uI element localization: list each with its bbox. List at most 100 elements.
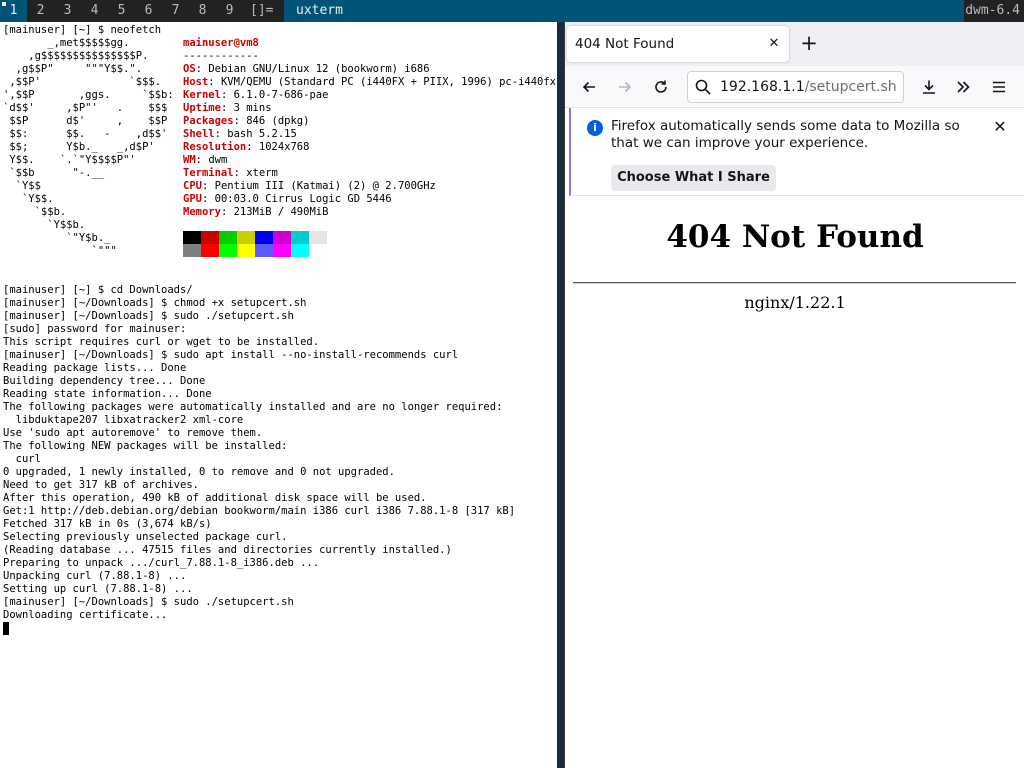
neofetch-info-line: CPU: Pentium III (Katmai) (2) @ 2.700GHz [183,180,436,192]
tag-3[interactable]: 3 [54,0,81,22]
back-button[interactable] [575,73,603,101]
terminal-line: curl [3,453,41,465]
terminal-line: [mainuser] [~] $ neofetch [3,24,162,36]
terminal-line: Need to get 317 kB of archives. [3,479,199,491]
tag-8[interactable]: 8 [189,0,216,22]
neofetch-info-line: Uptime: 3 mins [183,102,272,114]
downloads-button[interactable] [915,73,943,101]
neofetch-info-value: KVM/QEMU (Standard PC (i440FX + PIIX, 19… [220,76,559,88]
neofetch-info-value: 213MiB / 490MiB [233,206,329,218]
terminal-line: 0 upgraded, 1 newly installed, 0 to remo… [3,466,395,478]
terminal-window[interactable]: [mainuser] [~] $ neofetch _,met$$$$$gg. … [0,22,559,768]
terminal-line: Selecting previously unselected package … [3,531,288,543]
url-bar[interactable]: 192.168.1.1/setupcert.sh [687,71,904,103]
neofetch-info-value: 6.1.0-7-686-pae [233,89,329,101]
terminal-cursor [3,622,9,635]
palette-swatch [183,231,201,244]
neofetch-info-line: Memory: 213MiB / 490MiB [183,206,329,218]
tag-4[interactable]: 4 [81,0,108,22]
neofetch-info-value: 846 (dpkg) [246,115,310,127]
dwm-status-bar: 1 2 3 4 5 6 7 8 9 []= uxterm dwm-6.4 [0,0,1024,22]
neofetch-info-key: Memory [183,206,221,218]
neofetch-info-line: Terminal: xterm [183,167,278,179]
neofetch-info-key: CPU [183,180,202,192]
terminal-line: Preparing to unpack .../curl_7.88.1-8_i3… [3,557,320,569]
tag-7[interactable]: 7 [162,0,189,22]
tab-title: 404 Not Found [575,36,675,52]
terminal-line: [mainuser] [~/Downloads] $ sudo ./setupc… [3,310,294,322]
firefox-window: 404 Not Found ✕ + 192.168.1.1/setupcert.… [564,22,1024,768]
choose-what-i-share-button[interactable]: Choose What I Share [611,165,776,191]
neofetch-info-value: xterm [246,167,278,179]
neofetch-info-value: 00:03.0 Cirrus Logic GD 5446 [214,193,392,205]
palette-swatch [273,244,291,257]
neofetch-info-key: OS [183,63,196,75]
overflow-menu-button[interactable] [949,73,977,101]
neofetch-separator: ------------ [183,50,259,62]
server-signature: nginx/1.22.1 [744,293,846,312]
tag-6[interactable]: 6 [135,0,162,22]
horizontal-rule [573,282,1016,284]
neofetch-info-line: Kernel: 6.1.0-7-686-pae [183,89,329,101]
neofetch-info-value: Pentium III (Katmai) (2) @ 2.700GHz [214,180,436,192]
palette-swatch [309,231,327,244]
new-tab-button[interactable]: + [797,32,821,56]
chevron-double-right-icon [957,81,970,93]
terminal-line: [mainuser] [~/Downloads] $ sudo ./setupc… [3,596,294,608]
palette-swatch [255,231,273,244]
terminal-line: The following packages were automaticall… [3,401,503,413]
tag-1[interactable]: 1 [0,0,27,22]
tag-5[interactable]: 5 [108,0,135,22]
terminal-line: Setting up curl (7.88.1-8) ... [3,583,193,595]
palette-row-normal [183,231,327,244]
window-gap [557,22,564,768]
palette-swatch [183,244,201,257]
terminal-line: Reading package lists... Done [3,362,187,374]
terminal-line: Unpacking curl (7.88.1-8) ... [3,570,187,582]
terminal-line: (Reading database ... 47515 files and di… [3,544,452,556]
layout-symbol[interactable]: []= [243,0,280,22]
tab-close-icon[interactable]: ✕ [765,34,783,54]
focused-window-title[interactable]: uxterm [284,0,964,22]
hamburger-menu-icon [993,81,1005,93]
reload-icon [655,80,667,93]
terminal-line: libduktape207 libxatracker2 xml-core [3,414,244,426]
debian-logo-ascii: _,met$$$$$gg. ,g$$$$$$$$$$$$$$$P. ,g$$P"… [3,37,174,257]
reload-button[interactable] [647,73,675,101]
url-host: 192.168.1.1 [720,79,805,95]
neofetch-info-value: Debian GNU/Linux 12 (bookworm) i686 [208,63,430,75]
tag-9[interactable]: 9 [216,0,243,22]
forward-button[interactable] [611,73,639,101]
search-icon [695,79,711,95]
app-menu-button[interactable] [985,73,1013,101]
tab-strip: 404 Not Found ✕ + [565,22,1024,66]
palette-row-bright [183,244,327,257]
neofetch-info-key: Shell [183,128,215,140]
terminal-line: Reading state information... Done [3,388,212,400]
terminal-line: Building dependency tree... Done [3,375,206,387]
forward-arrow-icon [619,81,632,93]
page-content: 404 Not Found nginx/1.22.1 [565,197,1024,768]
palette-swatch [291,231,309,244]
neofetch-info-value: 3 mins [233,102,272,114]
palette-swatch [237,244,255,257]
neofetch-info-value: bash 5.2.15 [227,128,297,140]
status-text: dwm-6.4 [965,3,1020,18]
neofetch-userhost: mainuser@vm8 [183,37,259,49]
tab-404-not-found[interactable]: 404 Not Found ✕ [567,26,789,62]
notification-message: Firefox automatically sends some data to… [611,118,960,151]
terminal-line: [mainuser] [~/Downloads] $ chmod +x setu… [3,297,307,309]
neofetch-info-line: Shell: bash 5.2.15 [183,128,297,140]
terminal-line: Get:1 http://deb.debian.org/debian bookw… [3,505,516,517]
palette-swatch [219,244,237,257]
neofetch-info-line: Resolution: 1024x768 [183,141,310,153]
palette-swatch [201,231,219,244]
neofetch-info-value: dwm [208,154,228,166]
neofetch-info-key: Uptime [183,102,221,114]
palette-swatch [219,231,237,244]
tag-2[interactable]: 2 [27,0,54,22]
notification-close-icon[interactable]: ✕ [989,116,1011,138]
palette-swatch [237,231,255,244]
terminal-line: After this operation, 490 kB of addition… [3,492,427,504]
neofetch-info-key: Packages [183,115,234,127]
